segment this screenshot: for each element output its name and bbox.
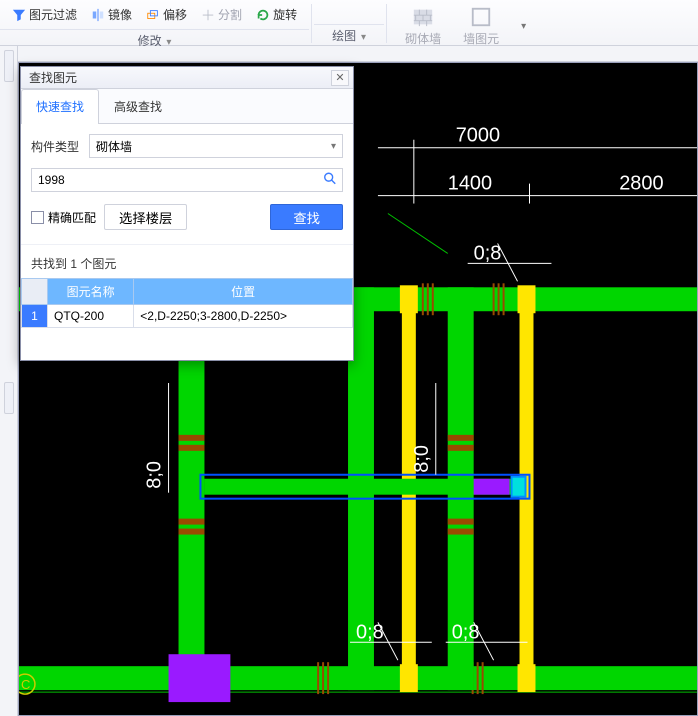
wall-element-label: 墙图元 (463, 30, 499, 47)
ribbon-group-modify: 图元过滤 镜像 偏移 分割 (0, 2, 309, 49)
offset-icon (146, 8, 160, 22)
rail-handle[interactable] (4, 50, 14, 82)
exact-match-checkbox[interactable]: 精确匹配 (31, 209, 96, 226)
tab-advanced-find[interactable]: 高级查找 (99, 89, 177, 123)
dim-1400: 1400 (448, 173, 492, 195)
filter-button[interactable]: 图元过滤 (8, 4, 81, 25)
chevron-down-icon[interactable]: ▾ (358, 32, 366, 43)
rail-handle[interactable] (4, 382, 14, 414)
row-name: QTQ-200 (48, 305, 134, 328)
col-name[interactable]: 图元名称 (48, 279, 134, 305)
component-type-label: 构件类型 (31, 138, 83, 155)
brick-wall-icon (412, 6, 434, 28)
select-floor-button[interactable]: 选择楼层 (104, 204, 187, 230)
find-button[interactable]: 查找 (270, 204, 343, 230)
dim-7000: 7000 (456, 125, 500, 147)
dialog-title: 查找图元 (29, 69, 77, 86)
ann-v2: 8;0 (411, 445, 433, 473)
funnel-icon (12, 8, 26, 22)
close-button[interactable]: ✕ (331, 70, 349, 86)
ann-bl: 0;8 (356, 621, 384, 643)
brick-wall-label: 砌体墙 (405, 30, 441, 47)
tab-quick-find[interactable]: 快速查找 (21, 89, 99, 124)
split-icon (201, 8, 215, 22)
checkbox-icon (31, 211, 44, 224)
draw-group-label: 绘图 ▾ (314, 24, 384, 44)
chevron-down-icon: ▾ (521, 21, 526, 32)
axis-label-c: C (21, 677, 30, 692)
dialog-tabs: 快速查找 高级查找 (21, 89, 353, 124)
component-type-select[interactable]: 砌体墙 ▾ (89, 134, 343, 158)
row-index: 1 (22, 305, 48, 328)
filter-label: 图元过滤 (29, 6, 77, 23)
chevron-down-icon: ▾ (331, 141, 336, 152)
search-input[interactable] (31, 168, 343, 192)
dim-2800: 2800 (619, 173, 663, 195)
wall-element-button: 墙图元 (455, 4, 507, 49)
ann-br: 0;8 (452, 621, 480, 643)
col-position[interactable]: 位置 (134, 279, 353, 305)
results-table: 图元名称 位置 1 QTQ-200 <2,D-2250;3-2800,D-225… (21, 278, 353, 328)
rotate-button[interactable]: 旋转 (252, 4, 301, 25)
wall-element-icon (470, 6, 492, 28)
ribbon: 图元过滤 镜像 偏移 分割 (0, 0, 698, 46)
find-element-dialog: 查找图元 ✕ 快速查找 高级查找 构件类型 砌体墙 ▾ 精确匹配 (20, 66, 354, 361)
mirror-label: 镜像 (108, 6, 132, 23)
split-label: 分割 (218, 6, 242, 23)
mirror-button[interactable]: 镜像 (87, 4, 136, 25)
row-position: <2,D-2250;3-2800,D-2250> (134, 305, 353, 328)
close-icon: ✕ (335, 71, 344, 84)
results-summary: 共找到 1 个图元 (21, 244, 353, 278)
table-row[interactable]: 1 QTQ-200 <2,D-2250;3-2800,D-2250> (22, 305, 353, 328)
search-icon[interactable] (323, 172, 337, 189)
ann-v1: 8;0 (144, 461, 166, 489)
dialog-titlebar[interactable]: 查找图元 ✕ (21, 67, 353, 89)
offset-button[interactable]: 偏移 (142, 4, 191, 25)
ribbon-group-draw: 绘图 ▾ (314, 2, 384, 44)
mirror-icon (91, 8, 105, 22)
col-rownum (22, 279, 48, 305)
left-ruler (0, 46, 18, 716)
rotate-icon (256, 8, 270, 22)
brick-wall-button: 砌体墙 (397, 4, 449, 49)
top-ruler (18, 46, 698, 62)
rotate-label: 旋转 (273, 6, 297, 23)
split-button: 分割 (197, 4, 246, 25)
ann-top: 0;8 (474, 242, 502, 264)
offset-label: 偏移 (163, 6, 187, 23)
component-type-value: 砌体墙 (96, 138, 132, 155)
ribbon-overflow[interactable]: ▾ (513, 4, 534, 49)
exact-match-label: 精确匹配 (48, 209, 96, 226)
